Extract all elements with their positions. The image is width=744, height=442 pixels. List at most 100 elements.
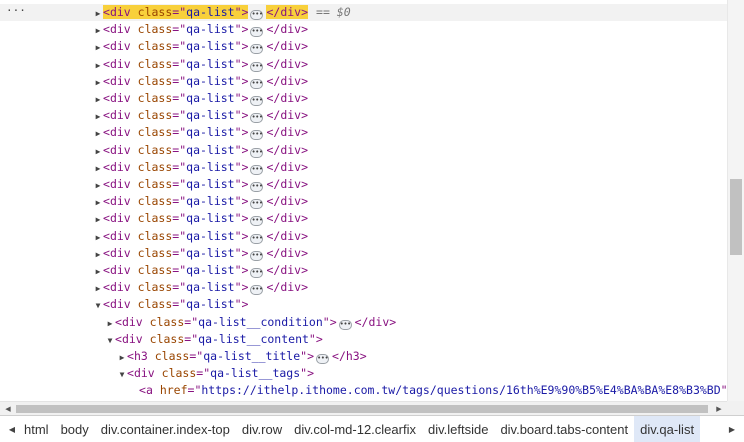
triangle-right-icon[interactable]: ▶ bbox=[93, 263, 103, 280]
attr-value[interactable]: qa-list bbox=[186, 211, 234, 225]
ellipsis-expand-icon[interactable]: ••• bbox=[250, 130, 264, 141]
triangle-right-icon[interactable]: ▶ bbox=[93, 246, 103, 263]
ellipsis-expand-icon[interactable]: ••• bbox=[250, 268, 264, 278]
tree-node-row[interactable]: ▶ <div class="qa-list"> ••• </div> bbox=[0, 124, 727, 141]
tree-node-row[interactable]: ▶ <div class="qa-list"> ••• </div> bbox=[0, 279, 727, 296]
more-dots-icon[interactable]: ··· bbox=[6, 2, 26, 19]
chevron-right-icon[interactable]: ▶ bbox=[724, 416, 740, 442]
tree-node-row[interactable]: ▼ <div class="qa-list"> bbox=[0, 296, 727, 313]
tree-node-row[interactable]: ▶ <div class="qa-list"> ••• </div> bbox=[0, 107, 727, 124]
ellipsis-expand-icon[interactable]: ••• bbox=[250, 113, 264, 124]
attr-value[interactable]: qa-list bbox=[186, 177, 234, 191]
triangle-down-icon[interactable]: ▼ bbox=[105, 332, 115, 349]
attr-value[interactable]: qa-list bbox=[186, 108, 234, 122]
triangle-right-icon[interactable]: ▶ bbox=[93, 5, 103, 22]
attr-value[interactable]: qa-list bbox=[186, 143, 234, 157]
triangle-down-icon[interactable]: ▼ bbox=[93, 297, 103, 314]
tree-node-row[interactable]: ▶ <div class="qa-list"> ••• </div> bbox=[0, 21, 727, 38]
triangle-right-icon[interactable]: ▶ bbox=[93, 194, 103, 211]
horizontal-scrollbar-thumb[interactable] bbox=[16, 405, 708, 413]
ellipsis-expand-icon[interactable]: ••• bbox=[250, 250, 264, 261]
triangle-right-icon[interactable]: ▶ bbox=[117, 349, 127, 366]
vertical-scrollbar-thumb[interactable] bbox=[730, 179, 742, 255]
triangle-right-icon[interactable]: ▶ bbox=[93, 143, 103, 160]
vertical-scrollbar[interactable] bbox=[727, 0, 744, 401]
triangle-right-icon[interactable]: ▶ bbox=[93, 91, 103, 108]
tree-node-row[interactable]: ▶ <div class="qa-list"> ••• </div> bbox=[0, 210, 727, 227]
triangle-right-icon[interactable]: ▶ bbox=[93, 280, 103, 297]
attr-value[interactable]: qa-list bbox=[186, 297, 234, 311]
tree-node-row[interactable]: ▶ <div class="qa-list"> ••• </div> bbox=[0, 176, 727, 193]
triangle-right-icon[interactable]: ▶ bbox=[93, 177, 103, 194]
tree-node-row[interactable]: ··· ▶ <div class="qa-list"> ••• </div> == $0 bbox=[0, 2, 727, 22]
ellipsis-expand-icon[interactable]: ••• bbox=[250, 61, 264, 72]
tree-node-row[interactable]: ▶ <div class="qa-list"> ••• </div> bbox=[0, 90, 727, 107]
breadcrumb-item[interactable]: div.board.tabs-content bbox=[494, 416, 634, 442]
scroll-left-arrow-icon[interactable]: ◀ bbox=[1, 403, 15, 415]
ellipsis-expand-icon[interactable]: ••• bbox=[250, 27, 264, 38]
attr-value[interactable]: qa-list bbox=[186, 74, 234, 88]
tree-node-row[interactable]: ▶ <div class="qa-list"> ••• </div> bbox=[0, 38, 727, 55]
breadcrumb-item[interactable]: div.row bbox=[236, 416, 288, 442]
ellipsis-expand-icon[interactable]: ••• bbox=[250, 147, 264, 158]
breadcrumb-item[interactable]: div.container.index-top bbox=[95, 416, 236, 442]
ellipsis-expand-icon[interactable]: ••• bbox=[338, 319, 352, 330]
attr-value[interactable]: qa-list bbox=[186, 194, 234, 208]
breadcrumb-item[interactable]: div.col-md-12.clearfix bbox=[288, 416, 422, 442]
triangle-right-icon[interactable]: ▶ bbox=[93, 22, 103, 39]
tree-node-row[interactable]: <a href="https://ithelp.ithome.com.tw/ta… bbox=[0, 382, 727, 399]
attr-value[interactable]: qa-list bbox=[186, 263, 234, 277]
breadcrumb-item[interactable]: body bbox=[55, 416, 95, 442]
triangle-right-icon[interactable]: ▶ bbox=[105, 315, 115, 332]
ellipsis-expand-icon[interactable]: ••• bbox=[250, 78, 264, 89]
tree-node-row[interactable]: ▶ <div class="qa-list"> ••• </div> bbox=[0, 262, 727, 279]
tree-node-row[interactable]: ▶ <h3 class="qa-list__title"> ••• </h3> bbox=[0, 348, 727, 365]
tree-node-row[interactable]: ▼ <div class="qa-list__content"> bbox=[0, 331, 727, 348]
attr-value[interactable]: qa-list bbox=[186, 91, 234, 105]
tree-node-row[interactable]: ▶ <div class="qa-list"> ••• </div> bbox=[0, 245, 727, 262]
attr-value[interactable]: qa-list bbox=[186, 39, 234, 53]
tree-node-row[interactable]: ▶ <div class="qa-list"> ••• </div> bbox=[0, 228, 727, 245]
triangle-right-icon[interactable]: ▶ bbox=[93, 160, 103, 177]
scroll-right-arrow-icon[interactable]: ▶ bbox=[712, 403, 726, 415]
ellipsis-expand-icon[interactable]: ••• bbox=[316, 354, 330, 364]
tree-node-row[interactable]: ▶ <div class="qa-list"> ••• </div> bbox=[0, 142, 727, 159]
attr-value[interactable]: qa-list bbox=[186, 246, 234, 260]
ellipsis-expand-icon[interactable]: ••• bbox=[250, 96, 264, 106]
attr-value[interactable]: qa-list bbox=[186, 280, 234, 294]
ellipsis-expand-icon[interactable]: ••• bbox=[250, 10, 264, 20]
triangle-right-icon[interactable]: ▶ bbox=[93, 211, 103, 228]
breadcrumb-item[interactable]: div.leftside bbox=[422, 416, 494, 442]
breadcrumb-item[interactable]: div.qa-list bbox=[634, 416, 701, 442]
ellipsis-expand-icon[interactable]: ••• bbox=[250, 164, 264, 175]
triangle-right-icon[interactable]: ▶ bbox=[93, 108, 103, 125]
attr-value[interactable]: https://ithelp.ithome.com.tw/tags/questi… bbox=[201, 383, 720, 397]
attr-value[interactable]: qa-list bbox=[186, 125, 234, 139]
ellipsis-expand-icon[interactable]: ••• bbox=[250, 216, 264, 227]
tree-node-row[interactable]: ▶ <div class="qa-list"> ••• </div> bbox=[0, 193, 727, 210]
ellipsis-expand-icon[interactable]: ••• bbox=[250, 182, 264, 192]
tree-node-row[interactable]: ▶ <div class="qa-list__condition"> ••• </di… bbox=[0, 314, 727, 331]
attr-value[interactable]: qa-list__content bbox=[198, 332, 309, 346]
ellipsis-expand-icon[interactable]: ••• bbox=[250, 44, 264, 55]
tree-node-row[interactable]: ▶ <div class="qa-list"> ••• </div> bbox=[0, 56, 727, 73]
attr-value[interactable]: qa-list bbox=[186, 22, 234, 36]
attr-value[interactable]: qa-list bbox=[186, 57, 234, 71]
attr-value[interactable]: qa-list__title bbox=[203, 349, 300, 363]
tree-node-row[interactable]: ▶ <div class="qa-list"> ••• </div> bbox=[0, 73, 727, 90]
tree-node-row[interactable]: ▶ <div class="qa-list"> ••• </div> bbox=[0, 159, 727, 176]
ellipsis-expand-icon[interactable]: ••• bbox=[250, 199, 264, 210]
triangle-right-icon[interactable]: ▶ bbox=[93, 39, 103, 56]
elements-tree[interactable]: ··· ▶ <div class="qa-list"> ••• </div> == $0 ▶… bbox=[0, 0, 727, 401]
triangle-right-icon[interactable]: ▶ bbox=[93, 229, 103, 246]
ellipsis-expand-icon[interactable]: ••• bbox=[250, 285, 264, 296]
triangle-down-icon[interactable]: ▼ bbox=[117, 366, 127, 383]
attr-value[interactable]: qa-list bbox=[186, 229, 234, 243]
ellipsis-expand-icon[interactable]: ••• bbox=[250, 233, 264, 244]
attr-value[interactable]: qa-list bbox=[186, 5, 234, 19]
triangle-right-icon[interactable]: ▶ bbox=[93, 57, 103, 74]
triangle-right-icon[interactable]: ▶ bbox=[93, 125, 103, 142]
attr-value[interactable]: qa-list__condition bbox=[198, 315, 323, 329]
breadcrumb-item[interactable]: html bbox=[18, 416, 55, 442]
horizontal-scrollbar[interactable]: ◀ ▶ bbox=[0, 401, 727, 415]
